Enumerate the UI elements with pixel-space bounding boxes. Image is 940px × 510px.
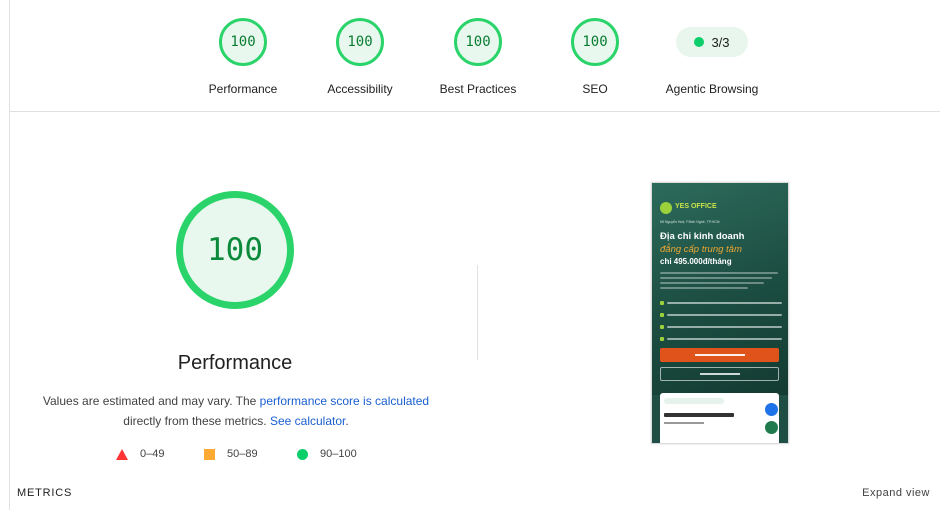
score-agentic-browsing[interactable]: 3/3 Agentic Browsing	[642, 18, 782, 96]
thumbnail-headline-3: chỉ 495.000đ/tháng	[660, 257, 732, 266]
accessibility-score-gauge: 100	[336, 18, 384, 66]
legend-fail-range: 0–49	[140, 448, 165, 460]
thumbnail-primary-cta	[660, 348, 779, 362]
check-icon	[660, 325, 664, 329]
agentic-browsing-badge: 3/3	[676, 27, 748, 57]
check-icon	[660, 337, 664, 341]
pass-circle-icon	[297, 448, 308, 460]
check-icon	[660, 313, 664, 317]
fail-triangle-icon	[116, 448, 128, 460]
performance-title: Performance	[177, 352, 293, 374]
agentic-browsing-value: 3/3	[711, 34, 730, 50]
score-summary: 100 Performance 100 Accessibility 100 Be…	[10, 0, 940, 112]
agentic-browsing-label: Agentic Browsing	[665, 82, 759, 96]
thumbnail-headline-2: đẳng cấp trung tâm	[660, 244, 742, 255]
see-calculator-link[interactable]: See calculator	[270, 414, 345, 428]
legend-average-range: 50–89	[227, 448, 258, 460]
performance-main-gauge: 100	[176, 191, 294, 309]
thumbnail-logo-text: YES OFFICE	[675, 203, 717, 210]
legend-pass: 90–100	[297, 448, 357, 460]
thumbnail-address: 65 Nguyễn Huệ, P.Bến Nghé, TP.HCM	[660, 220, 720, 224]
yes-office-logo-icon	[660, 202, 672, 214]
thumbnail-headline-1: Địa chỉ kinh doanh	[660, 231, 745, 242]
pass-dot-icon	[694, 37, 705, 47]
legend-fail: 0–49	[116, 448, 164, 460]
seo-score-gauge: 100	[571, 18, 619, 66]
thumbnail-checklist	[660, 300, 782, 348]
desc-text-middle: directly from these metrics.	[123, 414, 267, 428]
phone-call-icon	[765, 421, 778, 434]
final-screenshot-thumbnail[interactable]: YES OFFICE 65 Nguyễn Huệ, P.Bến Nghé, TP…	[651, 182, 789, 444]
check-icon	[660, 301, 664, 305]
metrics-section-title: METRICS	[17, 487, 73, 499]
expand-view-toggle[interactable]: Expand view	[862, 487, 930, 499]
desc-text-suffix: .	[345, 414, 349, 428]
zalo-chat-icon	[765, 403, 778, 416]
thumbnail-quote-card	[660, 393, 779, 443]
thumbnail-paragraph	[660, 272, 780, 292]
best-practices-score-gauge: 100	[454, 18, 502, 66]
vertical-divider	[477, 265, 478, 360]
average-square-icon	[204, 448, 215, 460]
desc-text-prefix: Values are estimated and may vary. The	[42, 394, 260, 408]
legend-pass-range: 90–100	[320, 448, 357, 460]
thumbnail-secondary-cta	[660, 367, 779, 381]
performance-score-gauge: 100	[219, 18, 267, 66]
score-description: Values are estimated and may vary. The p…	[36, 391, 436, 431]
legend-average: 50–89	[204, 448, 258, 460]
performance-score-link[interactable]: performance score is calculated	[260, 394, 429, 408]
